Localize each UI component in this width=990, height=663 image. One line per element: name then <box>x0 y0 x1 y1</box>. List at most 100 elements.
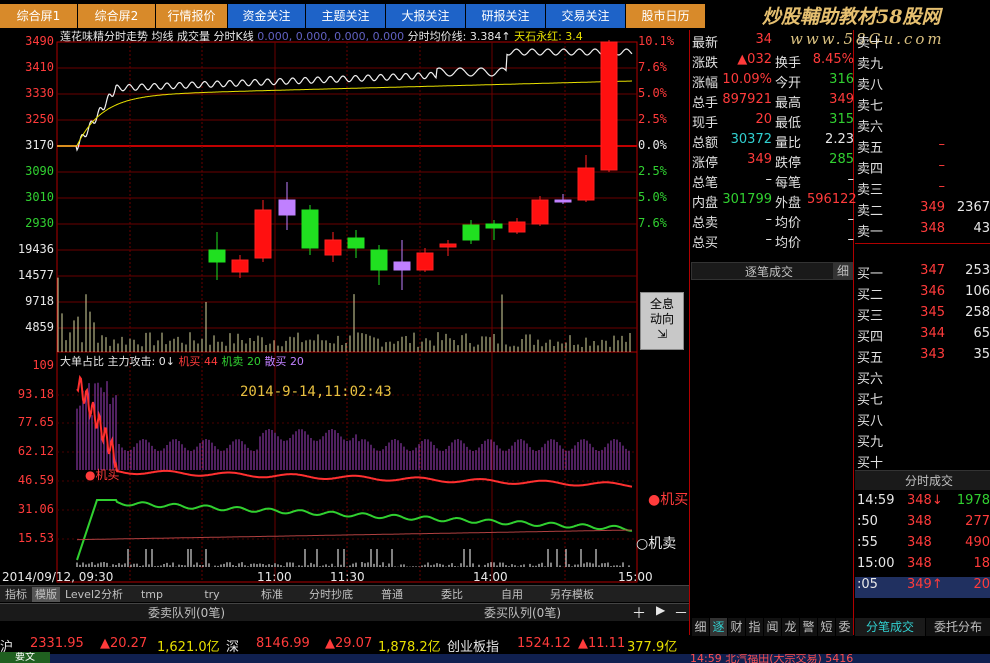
add-icon[interactable]: ＋ <box>632 603 646 623</box>
ticker-sh-change: ▲20.27 <box>100 636 148 651</box>
tab-template[interactable]: 模版 <box>32 587 60 602</box>
bid-volume: 106 <box>965 284 990 299</box>
ask-row: 卖七 <box>855 95 990 116</box>
quote-value: 30372 <box>730 132 772 147</box>
candle-body <box>531 199 549 225</box>
tab-tmp[interactable]: tmp <box>130 587 174 602</box>
bid-label: 买五 <box>857 351 884 366</box>
candle-body <box>554 199 572 203</box>
quote-value: 8.45% <box>812 52 854 67</box>
minus-icon[interactable]: － <box>674 603 688 623</box>
divider-left <box>689 30 690 635</box>
ticks-detail-button[interactable]: 细 <box>833 262 853 280</box>
attack-value: 0↓ <box>158 355 175 368</box>
side-tab[interactable]: 逐 <box>710 618 727 636</box>
bid-label: 买一 <box>857 267 884 282</box>
ask-price: – <box>938 179 946 194</box>
bid-label: 买二 <box>857 288 884 303</box>
quote-value: – <box>847 232 855 247</box>
next-icon[interactable]: ▶ <box>656 603 665 617</box>
tab-level2[interactable]: Level2分析 <box>62 587 126 602</box>
tab-bottom-fishing[interactable]: 分时抄底 <box>303 587 359 602</box>
news-tab[interactable]: 要文 <box>0 652 50 663</box>
tick-time: 14:59 <box>857 493 895 508</box>
lower-panel-label: 大单占比 <box>60 355 104 368</box>
legend-buy: ●机买 <box>648 489 688 509</box>
tab-save-template[interactable]: 另存模板 <box>544 587 600 602</box>
tick-volume: 277 <box>965 514 990 529</box>
tick-row: 14:59 348↓ 1978 <box>855 493 990 514</box>
quote-value: 316 <box>829 72 854 87</box>
ask-price: 349 <box>920 200 945 215</box>
buy-value: 44 <box>203 355 218 368</box>
quote-label: 跌停 <box>775 156 802 171</box>
ticker-cyb-index: 1524.12 <box>517 636 571 651</box>
retail-label: 散买 <box>264 355 287 368</box>
info-line2: 动向 <box>649 312 674 326</box>
tab-normal[interactable]: 普通 <box>370 587 414 602</box>
side-tab[interactable]: 警 <box>800 618 817 636</box>
tab-standard[interactable]: 标准 <box>250 587 294 602</box>
quote-value: 349 <box>829 92 854 107</box>
ask-label: 卖一 <box>857 225 884 240</box>
quote-value: 897921 <box>722 92 772 107</box>
tab-try[interactable]: try <box>190 587 234 602</box>
side-tab[interactable]: 指 <box>746 618 763 636</box>
quote-value: 315 <box>829 112 854 127</box>
bid-price: 344 <box>920 326 945 341</box>
ask-row: 卖八 <box>855 74 990 95</box>
time-1130: 11:30 <box>330 570 365 584</box>
time-1500: 15:00 <box>618 570 653 584</box>
quote-row: 总手 897921 最高 349 <box>692 92 857 112</box>
candle-body <box>577 167 595 201</box>
quote-label: 每笔 <box>775 176 802 191</box>
tab-bid-ratio[interactable]: 委比 <box>430 587 474 602</box>
side-tab[interactable]: 闻 <box>764 618 781 636</box>
tab-custom[interactable]: 自用 <box>490 587 534 602</box>
tick-volume: 20 <box>973 577 990 592</box>
ticker-sz: 深 <box>226 640 240 655</box>
tab-indicator[interactable]: 指标 <box>2 587 30 602</box>
side-tab[interactable]: 龙 <box>782 618 799 636</box>
retail-line <box>76 529 632 541</box>
ask-price: 348 <box>920 221 945 236</box>
buy-dot-icon-2: ● <box>85 468 96 482</box>
quote-row: 总卖 – 均价 – <box>692 212 857 232</box>
avg-line <box>57 80 632 147</box>
chart-canvas <box>56 40 638 583</box>
buy-label: 机买 <box>178 355 201 368</box>
ticker-cyb-amount: 377.9亿 <box>627 640 678 655</box>
lower-panel-header: 大单占比 主力攻击: 0↓ 机买 44 机卖 20 散买 20 <box>60 353 304 369</box>
side-tab[interactable]: 短 <box>818 618 835 636</box>
watermark-title: 炒股輔助教材58股网 <box>762 6 941 28</box>
tab-order-distribution[interactable]: 委托分布 <box>926 618 990 636</box>
info-dynamics-button[interactable]: 全息 动向 ⇲ <box>640 292 684 350</box>
side-tab[interactable]: 委 <box>836 618 853 636</box>
tick-price: 348↓ <box>907 493 943 508</box>
quote-label: 总买 <box>692 236 719 251</box>
side-tab[interactable]: 细 <box>692 618 709 636</box>
candle-body <box>278 199 296 216</box>
ticker-sh-index: 2331.95 <box>30 636 84 651</box>
quote-label: 最高 <box>775 96 802 111</box>
inline-buy-marker: ●机买 <box>85 466 120 483</box>
ask-label: 卖八 <box>857 78 884 93</box>
bid-volume: 253 <box>965 263 990 278</box>
candle-body <box>485 223 503 229</box>
candle-body <box>208 249 226 263</box>
info-line1: 全息 <box>649 297 674 311</box>
time-sales-title: 分时成交 <box>905 474 954 488</box>
tick-time: 15:00 <box>857 556 895 571</box>
tick-row: 15:00 348 18 <box>855 556 990 577</box>
candle-body <box>600 41 618 171</box>
ticker-sh-amount: 1,621.0亿 <box>157 640 220 655</box>
candle-body <box>254 209 272 259</box>
buy-dot-icon: ● <box>648 492 661 508</box>
side-tab[interactable]: 财 <box>728 618 745 636</box>
bid-label: 买六 <box>857 372 884 387</box>
quote-label: 总额 <box>692 136 719 151</box>
ticker-sz-amount: 1,878.2亿 <box>378 640 441 655</box>
tab-tick-trades[interactable]: 分笔成交 <box>855 618 925 636</box>
ask-label: 卖二 <box>857 204 884 219</box>
ticker-cyb-change: ▲11.11 <box>578 636 626 651</box>
